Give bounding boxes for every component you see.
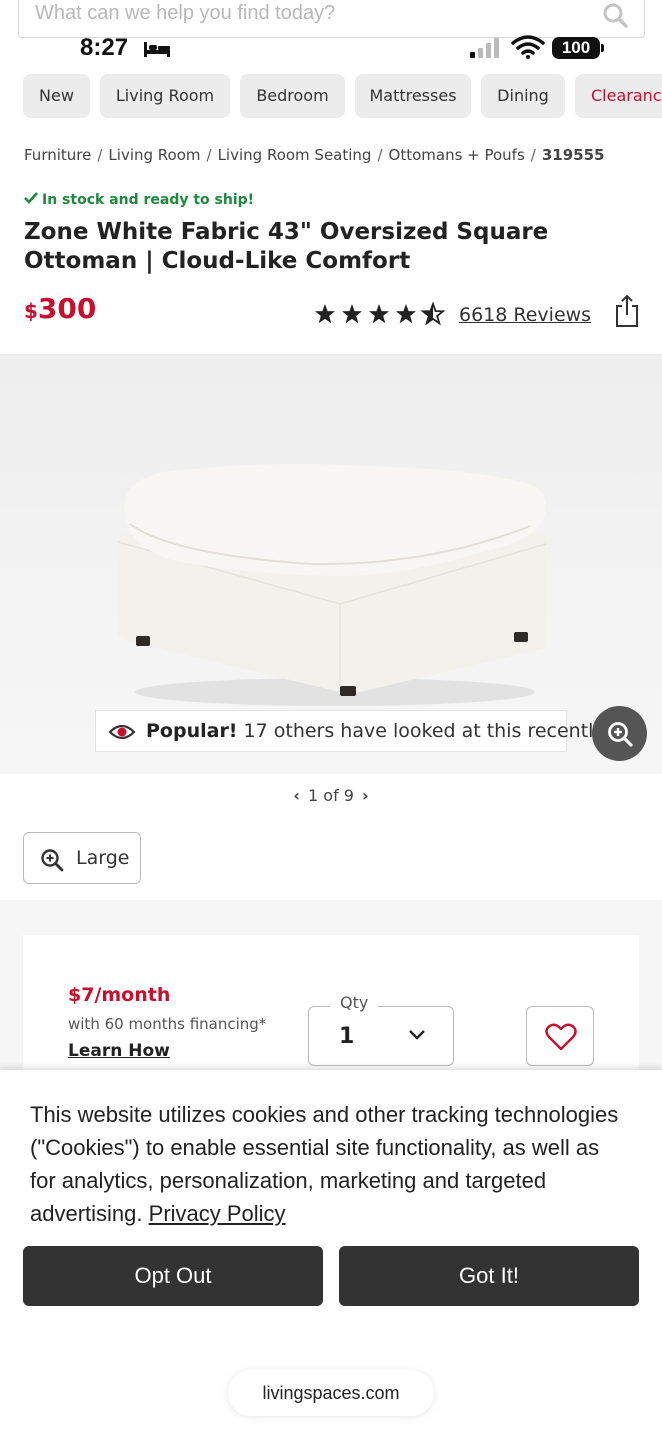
- product-title: Zone White Fabric 43" Oversized Square O…: [24, 219, 549, 274]
- breadcrumb-furniture[interactable]: Furniture: [24, 146, 91, 164]
- zoom-button[interactable]: [592, 706, 647, 761]
- search-icon[interactable]: [602, 2, 628, 28]
- category-nav: New Living Room Bedroom Mattresses Dinin…: [0, 74, 662, 120]
- image-pager: ‹ 1 of 9 ›: [0, 786, 662, 805]
- search-input[interactable]: What can we help you find today?: [35, 2, 335, 25]
- got-it-button[interactable]: Got It!: [339, 1246, 639, 1306]
- zoom-in-icon: [41, 849, 64, 872]
- cookie-banner: This website utilizes cookies and other …: [0, 1070, 662, 1440]
- zoom-in-icon: [608, 722, 633, 747]
- search-bar[interactable]: What can we help you find today?: [18, 0, 645, 38]
- large-label: Large: [76, 847, 130, 869]
- reviews-link[interactable]: 6618 Reviews: [459, 304, 591, 326]
- breadcrumb-living-room-seating[interactable]: Living Room Seating: [218, 146, 372, 164]
- finance-price: $7/month: [68, 984, 171, 1006]
- chevron-down-icon: [409, 1030, 425, 1040]
- stock-status: In stock and ready to ship!: [24, 192, 254, 208]
- qty-label: Qty: [330, 993, 379, 1012]
- opt-out-button[interactable]: Opt Out: [23, 1246, 323, 1306]
- learn-how-link[interactable]: Learn How: [68, 1041, 170, 1061]
- category-dining[interactable]: Dining: [481, 74, 565, 118]
- popular-badge: Popular! 17 others have looked at this r…: [95, 710, 605, 752]
- bed-icon: [144, 42, 170, 57]
- next-image-icon[interactable]: ›: [362, 786, 369, 805]
- qty-value: 1: [339, 1024, 355, 1049]
- share-icon[interactable]: [614, 294, 640, 328]
- cellular-signal-icon: [470, 38, 499, 58]
- category-new[interactable]: New: [23, 74, 90, 118]
- category-clearance[interactable]: Clearance: [575, 74, 662, 118]
- category-mattresses[interactable]: Mattresses: [355, 74, 471, 118]
- product-price: $300: [24, 292, 97, 325]
- breadcrumb: Furniture / Living Room / Living Room Seatin…: [24, 146, 605, 164]
- large-view-button[interactable]: Large: [23, 832, 141, 884]
- popular-label: Popular!: [146, 720, 238, 742]
- product-image[interactable]: [110, 454, 560, 714]
- breadcrumb-living-room[interactable]: Living Room: [108, 146, 200, 164]
- wifi-icon: [511, 35, 545, 59]
- check-icon: [24, 192, 38, 204]
- status-time: 8:27: [80, 34, 129, 61]
- popular-text: 17 others have looked at this recently: [243, 720, 605, 742]
- battery-indicator: 100: [552, 37, 604, 59]
- category-living-room[interactable]: Living Room: [100, 74, 230, 118]
- quantity-select[interactable]: [308, 1006, 454, 1066]
- browser-url-bar[interactable]: livingspaces.com: [228, 1370, 434, 1416]
- pager-text: 1 of 9: [308, 786, 354, 805]
- add-to-favorites-button[interactable]: [526, 1006, 594, 1066]
- previous-image-icon[interactable]: ‹: [293, 786, 300, 805]
- breadcrumb-ottomans-poufs[interactable]: Ottomans + Poufs: [389, 146, 525, 164]
- product-gallery[interactable]: Popular! 17 others have looked at this r…: [0, 354, 662, 774]
- status-bar: 8:27 100: [0, 34, 662, 64]
- privacy-policy-link[interactable]: Privacy Policy: [149, 1201, 286, 1226]
- heart-icon: [545, 1023, 577, 1051]
- breadcrumb-sku: 319555: [541, 146, 605, 164]
- category-bedroom[interactable]: Bedroom: [240, 74, 345, 118]
- finance-subtext: with 60 months financing*: [68, 1015, 267, 1033]
- cookie-message: This website utilizes cookies and other …: [30, 1102, 619, 1226]
- eye-icon: [108, 724, 136, 740]
- star-rating-icon: [315, 303, 444, 325]
